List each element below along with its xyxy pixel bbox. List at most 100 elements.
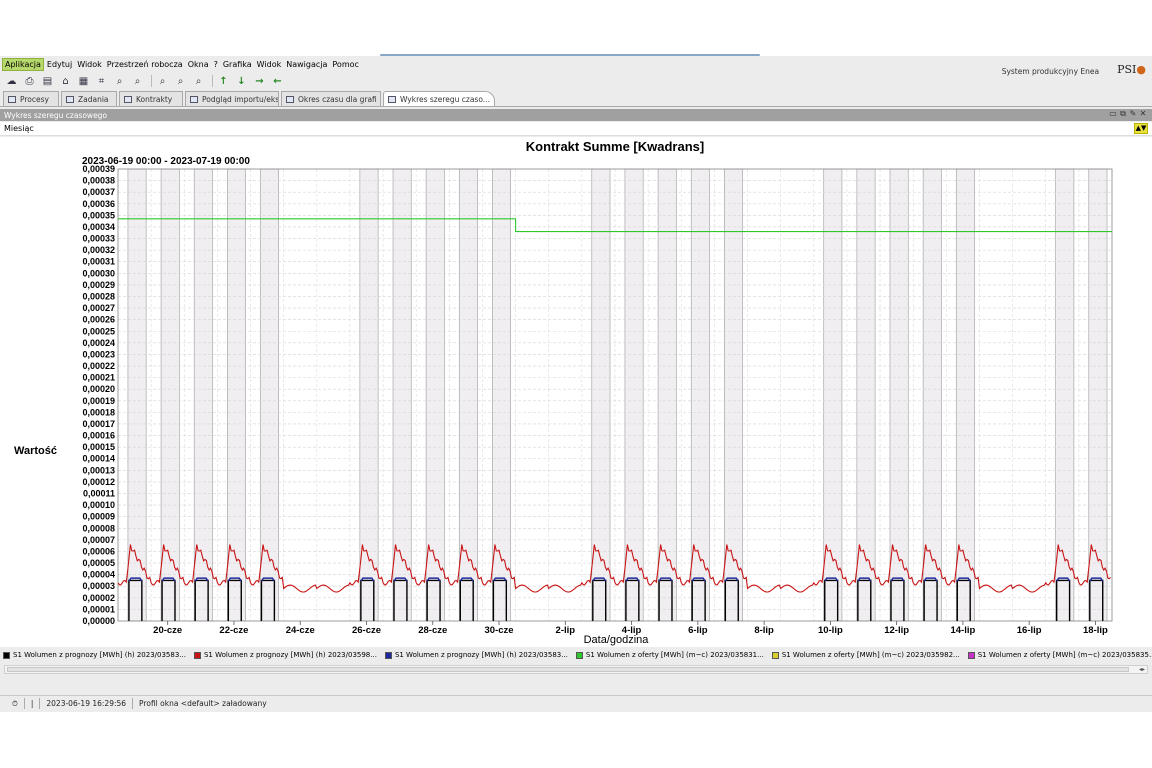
menu-nawigacja[interactable]: Nawigacja — [284, 59, 329, 70]
grid-icon[interactable]: ▦ — [76, 74, 91, 88]
x-tick-label: 20-cze — [153, 625, 182, 636]
scrollbar-thumb[interactable] — [7, 667, 1129, 672]
y-tick-label: 0,00039 — [82, 164, 115, 174]
x-tick-label: 2-lip — [556, 625, 576, 636]
panel-title: Wykres szeregu czasowego — [4, 110, 108, 120]
cloud-icon[interactable]: ☁ — [4, 74, 19, 88]
zoom-out-icon[interactable]: ⌕ — [173, 74, 188, 88]
y-tick-label: 0,00017 — [82, 419, 115, 429]
y-tick-label: 0,00036 — [82, 199, 115, 209]
y-tick-label: 0,00021 — [82, 373, 115, 383]
x-tick-label: 22-cze — [219, 625, 248, 636]
save-icon[interactable]: ▤ — [40, 74, 55, 88]
legend-item[interactable]: S1 Wolumen z prognozy [MWh] (h) 2023/035… — [193, 651, 377, 659]
y-tick-label: 0,00031 — [82, 257, 115, 267]
y-tick-label: 0,00024 — [82, 338, 115, 348]
status-separator — [132, 698, 134, 709]
print-icon[interactable]: ⎙ — [22, 74, 37, 88]
tab-wykres-szeregu[interactable]: Wykres szeregu czaso... — [383, 91, 495, 106]
legend-item[interactable]: S1 Wolumen z prognozy [MWh] (h) 2023/035… — [3, 651, 186, 659]
horizontal-scrollbar[interactable]: ◂▸ — [4, 665, 1148, 674]
y-tick-label: 0,00006 — [82, 546, 115, 556]
expand-collapse-button[interactable]: ▲▼ — [1134, 123, 1148, 134]
y-tick-label: 0,00009 — [82, 512, 115, 522]
window-icon — [8, 95, 16, 103]
workday-band — [425, 168, 445, 622]
legend-label: S1 Wolumen z prognozy [MWh] (h) 2023/035… — [394, 651, 568, 659]
legend-swatch[interactable] — [193, 651, 201, 659]
zoom-in-icon[interactable]: ⌕ — [155, 74, 170, 88]
close-icon[interactable]: ✕ — [1138, 109, 1148, 119]
workday-band — [856, 168, 876, 622]
menu-przestrzen-robocza[interactable]: Przestrzeń robocza — [105, 59, 185, 70]
tab-procesy[interactable]: Procesy — [3, 91, 59, 106]
y-tick-label: 0,00013 — [82, 465, 115, 475]
zoom-area-icon[interactable]: ⌕ — [130, 74, 145, 88]
tab-kontrakty[interactable]: Kontrakty — [119, 91, 183, 106]
workday-band — [657, 168, 677, 622]
pin-icon[interactable]: ✎ — [1128, 109, 1138, 119]
tab-okres-czasu[interactable]: Okres czasu dla grafi — [281, 91, 381, 106]
legend-swatch[interactable] — [384, 651, 392, 659]
y-tick-label: 0,00033 — [82, 234, 115, 244]
minimize-icon[interactable]: ▭ — [1108, 109, 1118, 119]
menu-bar: Aplikacja Edytuj Widok Przestrzeń robocz… — [0, 56, 1152, 76]
legend-swatch[interactable] — [575, 651, 583, 659]
workday-band — [955, 168, 975, 622]
legend-item[interactable]: S1 Wolumen z oferty [MWh] (m~c) 2023/035… — [967, 651, 1152, 659]
tab-podglad-importu[interactable]: Podgląd importu/eksp — [185, 91, 279, 106]
legend: S1 Wolumen z prognozy [MWh] (h) 2023/035… — [0, 649, 1152, 661]
menu-edytuj[interactable]: Edytuj — [45, 59, 74, 70]
scroll-arrows-icon[interactable]: ◂▸ — [1139, 666, 1145, 673]
y-tick-label: 0,00011 — [83, 489, 115, 499]
menu-widok[interactable]: Widok — [75, 59, 104, 70]
home-icon[interactable]: ⌂ — [58, 74, 73, 88]
y-tick-label: 0,00016 — [82, 431, 115, 441]
workday-band — [392, 168, 412, 622]
menu-aplikacja[interactable]: Aplikacja — [2, 57, 44, 71]
restore-icon[interactable]: ⧉ — [1118, 109, 1128, 119]
zoom-fit-icon[interactable]: ⌕ — [112, 74, 127, 88]
x-tick-label: 26-cze — [352, 625, 381, 636]
refresh-icon[interactable]: ⏱ — [12, 699, 18, 709]
legend-item[interactable]: S1 Wolumen z oferty [MWh] (m~c) 2023/035… — [771, 651, 960, 659]
workday-band — [193, 168, 213, 622]
workday-band — [359, 168, 379, 622]
arrow-up-icon[interactable]: ↑ — [216, 74, 231, 88]
x-tick-label: 30-cze — [485, 625, 514, 636]
legend-swatch[interactable] — [3, 651, 10, 659]
x-tick-label: 6-lip — [688, 625, 708, 636]
legend-swatch[interactable] — [771, 651, 779, 659]
y-tick-label: 0,00008 — [82, 523, 115, 533]
y-tick-label: 0,00027 — [82, 303, 115, 313]
status-separator — [23, 698, 25, 709]
legend-item[interactable]: S1 Wolumen z oferty [MWh] (m~c) 2023/035… — [575, 651, 764, 659]
workday-band — [624, 168, 644, 622]
arrow-down-icon[interactable]: ↓ — [234, 74, 249, 88]
y-tick-label: 0,00018 — [82, 407, 115, 417]
menu-pomoc[interactable]: Pomoc — [330, 59, 361, 70]
y-tick-label: 0,00035 — [82, 210, 115, 220]
menu-help-question[interactable]: ? — [212, 59, 220, 70]
y-tick-label: 0,00029 — [82, 280, 115, 290]
zoom-reset-icon[interactable]: ⌕ — [191, 74, 206, 88]
crop-icon[interactable]: ⌗ — [94, 74, 109, 88]
tab-zadania[interactable]: Zadania — [61, 91, 117, 106]
menu-okna[interactable]: Okna — [186, 59, 211, 70]
chart-area: Kontrakt Summe [Kwadrans] 2023-06-19 00:0… — [0, 137, 1152, 647]
legend-label: S1 Wolumen z oferty [MWh] (m~c) 2023/035… — [585, 651, 764, 659]
y-tick-label: 0,00012 — [82, 477, 115, 487]
arrow-right-icon[interactable]: → — [252, 74, 267, 88]
workday-band — [823, 168, 843, 622]
status-bar: ⏱ | 2023-06-19 16:29:56 Profil okna <def… — [0, 695, 1152, 711]
menu-widok-2[interactable]: Widok — [255, 59, 284, 70]
period-label[interactable]: Miesiąc — [4, 124, 34, 133]
menu-grafika[interactable]: Grafika — [221, 59, 254, 70]
legend-swatch[interactable] — [967, 651, 975, 659]
legend-item[interactable]: S1 Wolumen z prognozy [MWh] (h) 2023/035… — [384, 651, 568, 659]
y-tick-label: 0,00019 — [82, 396, 115, 406]
arrow-left-icon[interactable]: ← — [270, 74, 285, 88]
toolbar-separator — [212, 75, 213, 87]
x-tick-label: 14-lip — [950, 625, 975, 636]
time-series-chart[interactable]: Kontrakt Summe [Kwadrans]2023-06-19 00:0… — [0, 137, 1152, 647]
